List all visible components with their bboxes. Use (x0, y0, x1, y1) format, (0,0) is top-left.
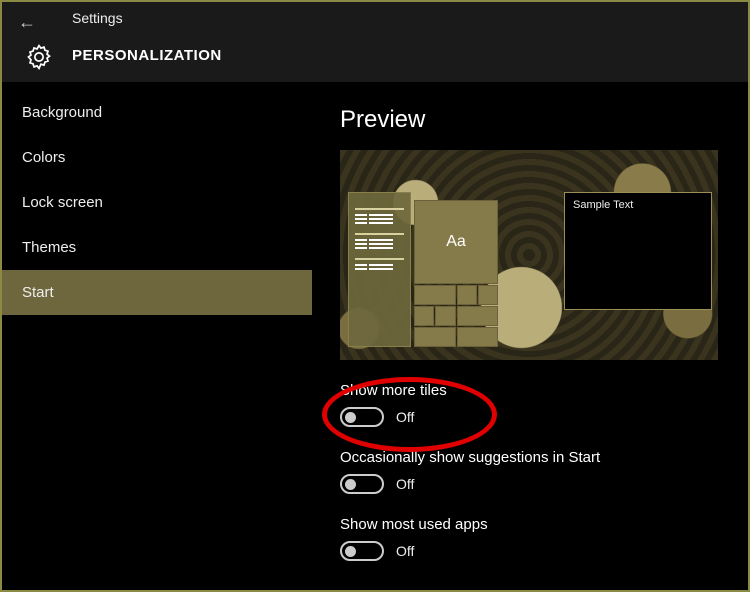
back-arrow-icon[interactable]: ← (18, 12, 36, 33)
start-tiles-preview: Aa (414, 200, 498, 348)
setting-most-used: Show most used apps Off (340, 516, 748, 561)
tile-text-sample: Aa (414, 200, 498, 284)
setting-label: Show more tiles (340, 382, 748, 399)
sidebar-item-background[interactable]: Background (2, 90, 312, 135)
toggle-most-used[interactable] (340, 541, 384, 561)
gear-icon (26, 44, 52, 70)
setting-label: Show most used apps (340, 516, 748, 533)
toggle-thumb-icon (345, 412, 356, 423)
sidebar-item-colors[interactable]: Colors (2, 135, 312, 180)
setting-label: Occasionally show suggestions in Start (340, 449, 748, 466)
sidebar-item-themes[interactable]: Themes (2, 225, 312, 270)
setting-show-more-tiles: Show more tiles Off (340, 382, 748, 427)
category-title: PERSONALIZATION (72, 47, 222, 64)
preview-heading: Preview (340, 106, 748, 134)
sample-window-text: Sample Text (573, 199, 633, 211)
body: Background Colors Lock screen Themes Sta… (2, 82, 748, 590)
toggle-state: Off (396, 543, 414, 559)
start-preview: Aa Sample Text (340, 150, 718, 360)
sidebar-item-start[interactable]: Start (2, 270, 312, 315)
toggle-state: Off (396, 409, 414, 425)
app-title: Settings (72, 10, 123, 26)
start-menu-column-preview (348, 192, 411, 347)
toggle-suggestions[interactable] (340, 474, 384, 494)
toggle-show-more-tiles[interactable] (340, 407, 384, 427)
toggle-thumb-icon (345, 479, 356, 490)
sidebar: Background Colors Lock screen Themes Sta… (2, 82, 312, 590)
toggle-thumb-icon (345, 546, 356, 557)
header-bar: ← Settings PERSONALIZATION (2, 2, 748, 82)
content-pane: Preview Aa (312, 82, 748, 590)
setting-suggestions: Occasionally show suggestions in Start O… (340, 449, 748, 494)
sample-window-preview: Sample Text (564, 192, 712, 310)
toggle-state: Off (396, 476, 414, 492)
sidebar-item-lock-screen[interactable]: Lock screen (2, 180, 312, 225)
